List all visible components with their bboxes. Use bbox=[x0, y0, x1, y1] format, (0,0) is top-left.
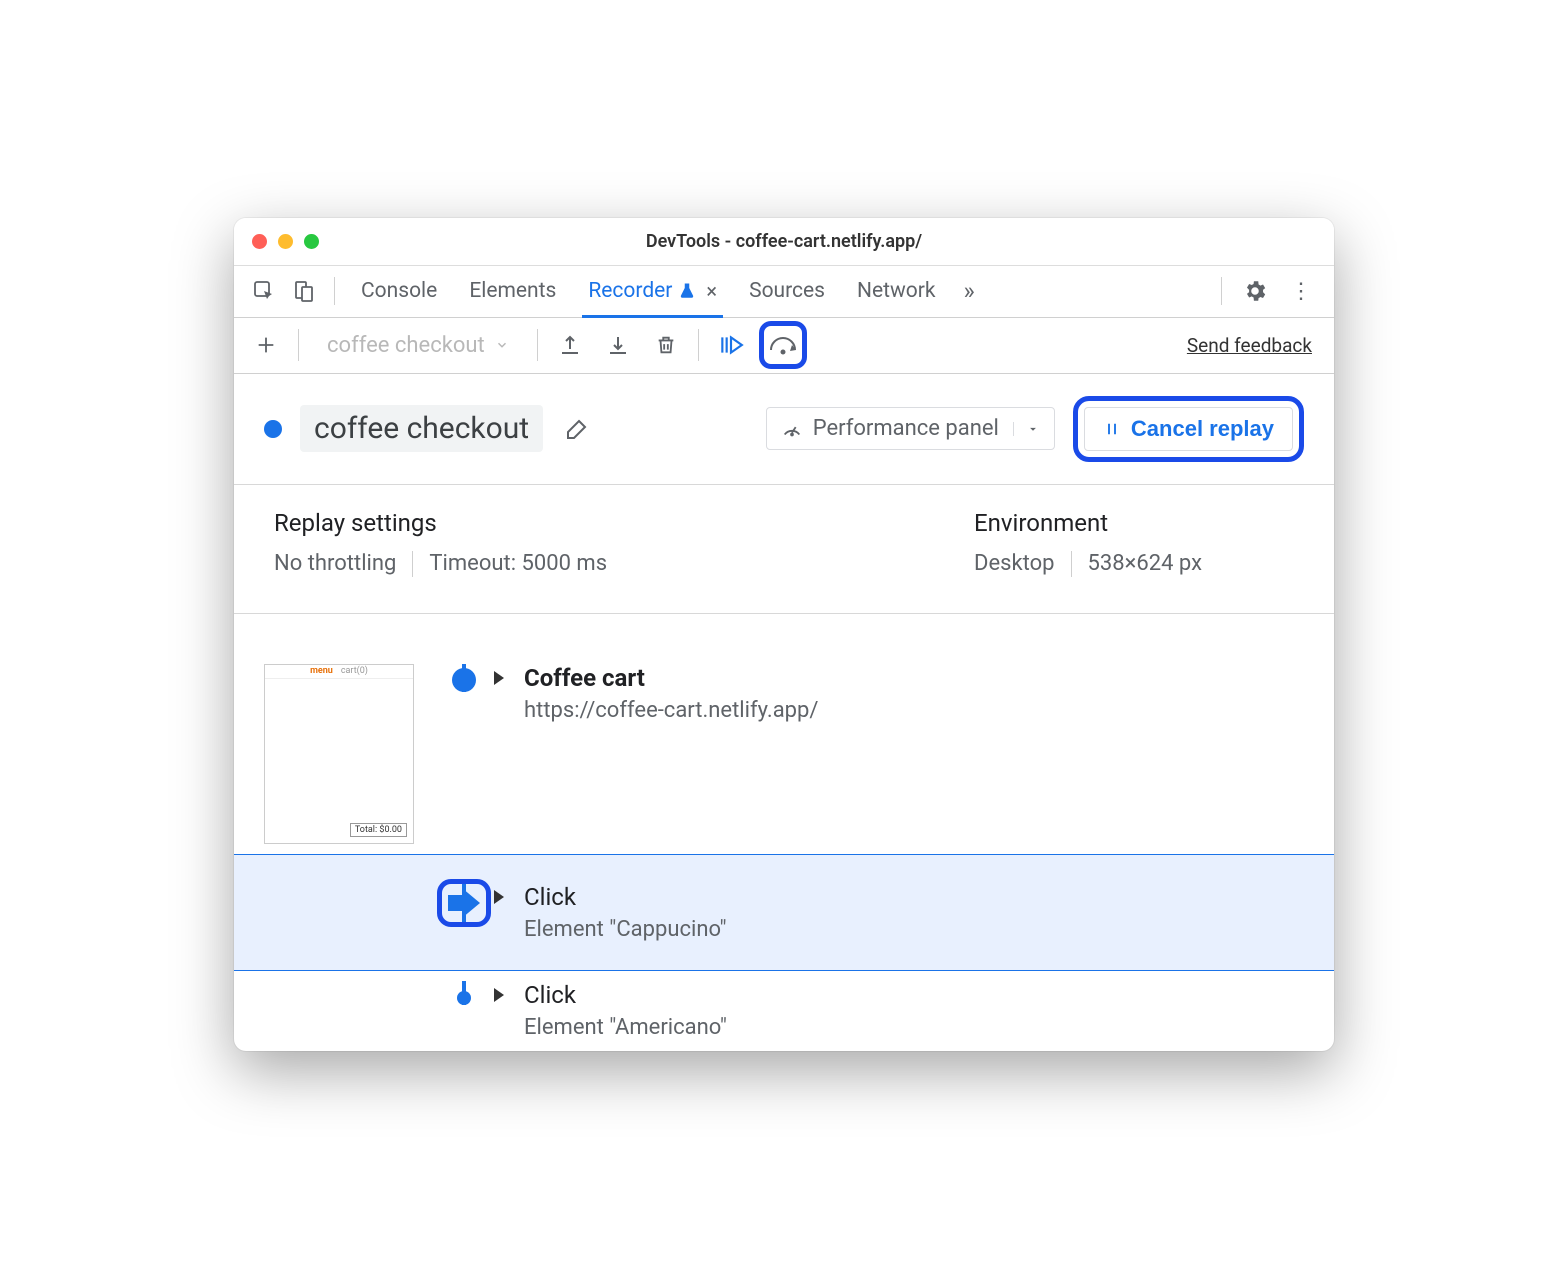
performance-panel-select[interactable]: Performance panel bbox=[766, 407, 1055, 450]
environment-heading: Environment bbox=[974, 509, 1294, 537]
recorder-toolbar: coffee checkout Send feedback bbox=[234, 318, 1334, 374]
step-thumbnail: menucart(0) Total: $0.00 bbox=[264, 664, 414, 844]
replay-settings: Replay settings No throttling Timeout: 5… bbox=[274, 509, 974, 577]
expand-step-icon[interactable] bbox=[494, 981, 524, 1006]
step-row[interactable]: Click Element "Americano" bbox=[234, 971, 1334, 1051]
step-row-current[interactable]: Click Element "Cappucino" bbox=[234, 854, 1334, 971]
step-title: Coffee cart bbox=[524, 664, 1304, 692]
separator bbox=[298, 329, 299, 361]
tab-console[interactable]: Console bbox=[347, 265, 451, 317]
devtools-tabbar: Console Elements Recorder × Sources Netw… bbox=[234, 266, 1334, 318]
chevron-down-icon bbox=[1013, 422, 1040, 436]
tab-label: Elements bbox=[469, 279, 556, 303]
step-over-button[interactable] bbox=[766, 328, 800, 362]
expand-step-icon[interactable] bbox=[494, 664, 524, 689]
kebab-menu-icon[interactable]: ⋮ bbox=[1280, 279, 1322, 304]
close-tab-icon[interactable]: × bbox=[706, 279, 717, 303]
more-tabs-button[interactable]: » bbox=[954, 277, 985, 305]
timeline-pending-dot bbox=[457, 991, 471, 1005]
separator bbox=[412, 551, 413, 577]
step-row[interactable]: menucart(0) Total: $0.00 Coffee cart htt… bbox=[234, 654, 1334, 854]
cancel-replay-label: Cancel replay bbox=[1131, 416, 1274, 442]
replay-settings-heading: Replay settings bbox=[274, 509, 974, 537]
close-window-button[interactable] bbox=[252, 234, 267, 249]
tab-label: Recorder bbox=[588, 279, 672, 303]
tab-recorder[interactable]: Recorder × bbox=[574, 265, 731, 317]
tab-sources[interactable]: Sources bbox=[735, 265, 839, 317]
recording-selector-value: coffee checkout bbox=[327, 333, 485, 358]
device-value: Desktop bbox=[974, 551, 1055, 576]
performance-panel-label: Performance panel bbox=[813, 416, 999, 441]
cancel-replay-highlight: Cancel replay bbox=[1073, 396, 1304, 462]
send-feedback-link[interactable]: Send feedback bbox=[1187, 334, 1322, 357]
import-button[interactable] bbox=[598, 325, 638, 365]
separator bbox=[698, 329, 699, 361]
recording-title[interactable]: coffee checkout bbox=[300, 405, 543, 452]
tab-network[interactable]: Network bbox=[843, 265, 950, 317]
tab-label: Sources bbox=[749, 279, 825, 303]
minimize-window-button[interactable] bbox=[278, 234, 293, 249]
delete-button[interactable] bbox=[646, 325, 686, 365]
timeout-value[interactable]: Timeout: 5000 ms bbox=[429, 551, 607, 576]
steps-timeline: menucart(0) Total: $0.00 Coffee cart htt… bbox=[234, 614, 1334, 1051]
tab-elements[interactable]: Elements bbox=[455, 265, 570, 317]
gauge-icon bbox=[781, 418, 803, 440]
expand-step-icon[interactable] bbox=[494, 883, 524, 908]
current-step-marker-highlight bbox=[437, 879, 491, 927]
recording-header: coffee checkout Performance panel Cancel… bbox=[234, 374, 1334, 485]
devtools-window: DevTools - coffee-cart.netlify.app/ Cons… bbox=[234, 218, 1334, 1051]
throttling-value[interactable]: No throttling bbox=[274, 551, 396, 576]
maximize-window-button[interactable] bbox=[304, 234, 319, 249]
settings-gear-icon[interactable] bbox=[1234, 278, 1276, 304]
recording-selector[interactable]: coffee checkout bbox=[311, 325, 525, 365]
step-subtitle: Element "Americano" bbox=[524, 1015, 1304, 1040]
chevron-down-icon bbox=[495, 338, 509, 352]
tab-label: Console bbox=[361, 279, 437, 303]
export-button[interactable] bbox=[550, 325, 590, 365]
timeline-start-dot bbox=[452, 668, 476, 692]
step-over-highlight bbox=[759, 321, 807, 369]
replay-button[interactable] bbox=[711, 325, 751, 365]
inspect-element-icon[interactable] bbox=[246, 273, 282, 309]
flask-icon bbox=[678, 282, 696, 300]
traffic-lights bbox=[252, 234, 319, 249]
separator bbox=[1221, 277, 1222, 305]
pause-icon bbox=[1103, 420, 1121, 438]
cancel-replay-button[interactable]: Cancel replay bbox=[1084, 407, 1293, 451]
step-subtitle: https://coffee-cart.netlify.app/ bbox=[524, 698, 1304, 723]
step-subtitle: Element "Cappucino" bbox=[524, 917, 1304, 942]
current-step-arrow-icon bbox=[448, 890, 480, 916]
step-title: Click bbox=[524, 883, 1304, 911]
settings-row: Replay settings No throttling Timeout: 5… bbox=[234, 485, 1334, 614]
separator bbox=[334, 277, 335, 305]
step-title: Click bbox=[524, 981, 1304, 1009]
recording-status-dot bbox=[264, 420, 282, 438]
viewport-value: 538×624 px bbox=[1088, 551, 1203, 576]
separator bbox=[1071, 551, 1072, 577]
window-title: DevTools - coffee-cart.netlify.app/ bbox=[234, 231, 1334, 252]
titlebar: DevTools - coffee-cart.netlify.app/ bbox=[234, 218, 1334, 266]
environment-settings: Environment Desktop 538×624 px bbox=[974, 509, 1294, 577]
tab-label: Network bbox=[857, 279, 936, 303]
device-toolbar-icon[interactable] bbox=[286, 273, 322, 309]
new-recording-button[interactable] bbox=[246, 325, 286, 365]
separator bbox=[537, 329, 538, 361]
edit-title-icon[interactable] bbox=[565, 417, 589, 441]
